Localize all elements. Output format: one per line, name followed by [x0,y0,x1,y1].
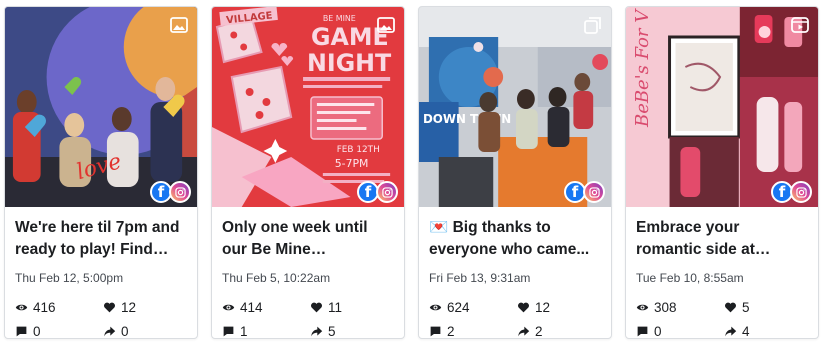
comment-icon [430,326,441,336]
views-count: 414 [240,299,263,315]
eye-icon [429,304,442,310]
heart-icon [311,302,322,312]
likes-stat: 11 [310,299,398,315]
shares-count: 5 [328,323,336,339]
likes-stat: 12 [103,299,191,315]
post-date: Fri Feb 13, 9:31am [429,271,531,285]
poster-line2: NIGHT [307,49,392,77]
eye-icon [222,304,235,310]
post-card[interactable]: DOWN TOWN f 💌 Big thanks to everyone who… [418,6,612,339]
likes-stat: 5 [724,299,812,315]
post-title[interactable]: We're here til 7pm and ready to play! Fi… [15,217,187,261]
game-night-poster-image: VILLAGE BE MINE GAME NIGHT FEB 12TH 5-7P… [212,7,404,207]
likes-count: 12 [121,299,137,315]
heart-icon [725,302,736,312]
likes-count: 12 [535,299,551,315]
instagram-icon [376,181,398,203]
comments-count: 0 [654,323,662,339]
likes-count: 11 [328,299,343,315]
shares-count: 4 [742,323,750,339]
views-stat: 414 [222,299,310,315]
comments-count: 2 [447,323,455,339]
post-thumbnail[interactable]: BeBe's For V f [626,7,818,207]
post-title[interactable]: 💌 Big thanks to everyone who came... [429,217,601,261]
shares-count: 2 [535,323,543,339]
poster-top-text: BE MINE [323,14,356,23]
post-thumbnail[interactable]: DOWN TOWN f [419,7,611,207]
post-stats: 416 12 0 0 [15,299,187,339]
eye-icon [636,304,649,310]
poster-date: FEB 12TH [337,145,380,155]
post-date: Tue Feb 10, 8:55am [636,271,744,285]
views-stat: 624 [429,299,517,315]
views-count: 624 [447,299,470,315]
comment-icon [16,326,27,336]
comments-stat: 2 [429,323,517,339]
platform-icons: f [564,181,605,203]
poster-time: 5-7PM [335,157,369,170]
views-count: 416 [33,299,56,315]
post-thumbnail[interactable]: VILLAGE BE MINE GAME NIGHT FEB 12TH 5-7P… [212,7,404,207]
platform-icons: f [150,181,191,203]
heart-icon [518,302,529,312]
script-text: BeBe's For V [632,8,653,128]
instagram-icon [583,181,605,203]
views-stat: 416 [15,299,103,315]
post-stats: 414 11 1 5 [222,299,394,339]
comments-stat: 0 [15,323,103,339]
comment-icon [637,326,648,336]
post-stats: 308 5 0 4 [636,299,808,339]
comments-count: 0 [33,323,41,339]
post-date: Thu Feb 5, 10:22am [222,271,331,285]
post-card[interactable]: love f We're here til 7pm and ready to p… [4,6,198,339]
post-card[interactable]: VILLAGE BE MINE GAME NIGHT FEB 12TH 5-7P… [211,6,405,339]
share-icon [311,326,323,336]
event-crowd-image: DOWN TOWN [419,7,611,207]
shares-stat: 5 [310,323,398,339]
post-grid: love f We're here til 7pm and ready to p… [0,0,823,345]
heart-icon [104,302,115,312]
post-card[interactable]: BeBe's For V f Embrace your romantic sid… [625,6,819,339]
comments-stat: 0 [636,323,724,339]
photo-icon [170,17,188,33]
carousel-icon [584,17,601,34]
post-date: Thu Feb 12, 5:00pm [15,271,124,285]
reel-icon [791,17,809,33]
eye-icon [15,304,28,310]
post-thumbnail[interactable]: love f [5,7,197,207]
views-count: 308 [654,299,677,315]
shares-stat: 0 [103,323,191,339]
comments-count: 1 [240,323,248,339]
views-stat: 308 [636,299,724,315]
shares-count: 0 [121,323,129,339]
comment-icon [223,326,234,336]
instagram-icon [169,181,191,203]
platform-icons: f [357,181,398,203]
share-icon [104,326,116,336]
share-icon [725,326,737,336]
instagram-icon [790,181,812,203]
post-title[interactable]: Embrace your romantic side at BeBe's... [636,217,808,261]
comments-stat: 1 [222,323,310,339]
likes-count: 5 [742,299,750,315]
post-stats: 624 12 2 2 [429,299,601,339]
likes-stat: 12 [517,299,605,315]
share-icon [518,326,530,336]
post-title[interactable]: Only one week until our Be Mine Valentin… [222,217,394,261]
photo-icon [377,17,395,33]
shares-stat: 4 [724,323,812,339]
platform-icons: f [771,181,812,203]
boutique-collage-image: BeBe's For V [626,7,818,207]
group-photo-image: love [5,7,197,207]
shares-stat: 2 [517,323,605,339]
